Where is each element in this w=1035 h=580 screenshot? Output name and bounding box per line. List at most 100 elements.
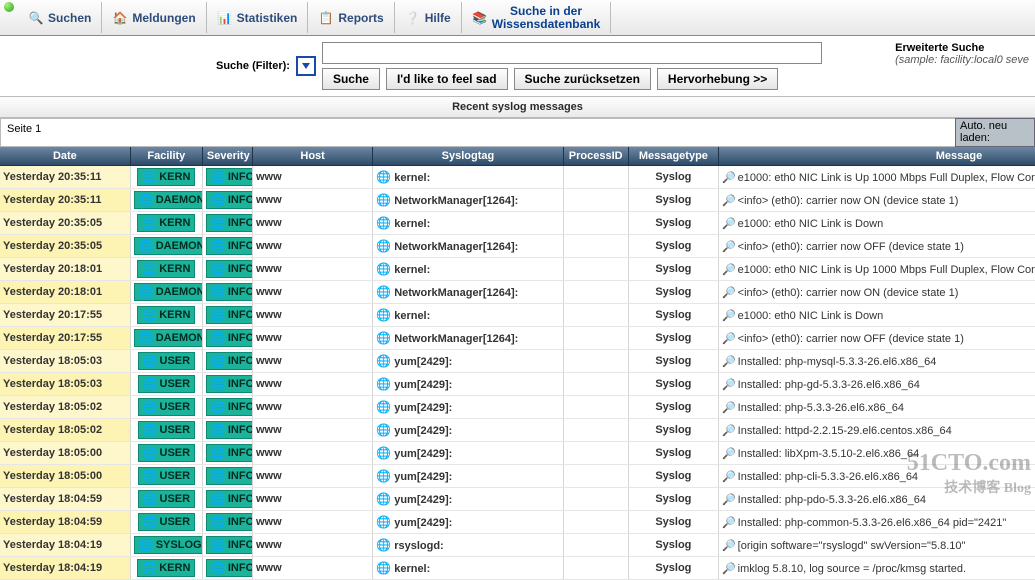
cell-messagetype: Syslog	[628, 304, 718, 327]
table-row[interactable]: Yesterday 18:04:19🌐KERN🌐INFOwww🌐kernel:S…	[0, 557, 1035, 580]
severity-badge[interactable]: 🌐INFO	[206, 421, 253, 439]
cell-messagetype: Syslog	[628, 488, 718, 511]
cell-facility: 🌐DAEMON	[130, 189, 202, 212]
cell-processid	[563, 511, 628, 534]
cell-date: Yesterday 20:35:11	[0, 189, 130, 212]
search-input[interactable]	[322, 42, 822, 64]
facility-badge[interactable]: 🌐USER	[138, 467, 196, 485]
table-row[interactable]: Yesterday 18:05:00🌐USER🌐INFOwww🌐yum[2429…	[0, 465, 1035, 488]
table-row[interactable]: Yesterday 20:35:05🌐KERN🌐INFOwww🌐kernel:S…	[0, 212, 1035, 235]
severity-badge[interactable]: 🌐INFO	[206, 536, 253, 554]
facility-badge[interactable]: 🌐DAEMON	[134, 237, 203, 255]
facility-badge[interactable]: 🌐USER	[138, 421, 196, 439]
table-row[interactable]: Yesterday 18:05:02🌐USER🌐INFOwww🌐yum[2429…	[0, 396, 1035, 419]
severity-badge[interactable]: 🌐INFO	[206, 375, 253, 393]
severity-badge[interactable]: 🌐INFO	[206, 283, 253, 301]
severity-badge[interactable]: 🌐INFO	[206, 398, 253, 416]
cell-date: Yesterday 18:05:02	[0, 396, 130, 419]
severity-badge[interactable]: 🌐INFO	[206, 237, 253, 255]
facility-badge[interactable]: 🌐KERN	[137, 214, 195, 232]
facility-badge[interactable]: 🌐KERN	[137, 559, 195, 577]
col-header-severity[interactable]: Severity	[202, 147, 252, 166]
globe-icon: 🌐	[211, 538, 226, 552]
table-row[interactable]: Yesterday 20:35:11🌐KERN🌐INFOwww🌐kernel:S…	[0, 166, 1035, 189]
severity-badge[interactable]: 🌐INFO	[206, 329, 253, 347]
auto-reload-box[interactable]: Auto. neu laden:	[955, 118, 1035, 147]
severity-badge[interactable]: 🌐INFO	[206, 168, 253, 186]
table-row[interactable]: Yesterday 18:05:02🌐USER🌐INFOwww🌐yum[2429…	[0, 419, 1035, 442]
filter-dropdown-button[interactable]	[296, 56, 316, 76]
cell-syslogtag: 🌐NetworkManager[1264]:	[373, 281, 563, 304]
menu-meldungen[interactable]: 🏠Meldungen	[102, 2, 206, 33]
globe-icon: 🌐	[211, 400, 226, 414]
table-row[interactable]: Yesterday 18:05:00🌐USER🌐INFOwww🌐yum[2429…	[0, 442, 1035, 465]
col-header-message[interactable]: Message	[718, 147, 1035, 166]
menu-suchen[interactable]: 🔍Suchen	[18, 2, 102, 33]
table-row[interactable]: Yesterday 18:05:03🌐USER🌐INFOwww🌐yum[2429…	[0, 373, 1035, 396]
facility-badge[interactable]: 🌐USER	[138, 375, 196, 393]
cell-syslogtag: 🌐kernel:	[373, 166, 563, 189]
table-row[interactable]: Yesterday 18:04:19🌐SYSLOG🌐INFOwww🌐rsyslo…	[0, 534, 1035, 557]
page-icon: 🔎	[722, 195, 736, 207]
severity-badge[interactable]: 🌐INFO	[206, 559, 253, 577]
cell-date: Yesterday 20:18:01	[0, 281, 130, 304]
reset-search-button[interactable]: Suche zurücksetzen	[514, 68, 651, 90]
menu-knowledgebase[interactable]: 📚 Suche in derWissensdatenbank	[462, 2, 612, 33]
col-header-processid[interactable]: ProcessID	[563, 147, 628, 166]
facility-badge[interactable]: 🌐USER	[138, 490, 196, 508]
severity-badge[interactable]: 🌐INFO	[206, 513, 253, 531]
table-row[interactable]: Yesterday 20:17:55🌐DAEMON🌐INFOwww🌐Networ…	[0, 327, 1035, 350]
facility-badge[interactable]: 🌐USER	[138, 513, 196, 531]
cell-date: Yesterday 20:17:55	[0, 327, 130, 350]
facility-badge[interactable]: 🌐USER	[138, 444, 196, 462]
facility-badge[interactable]: 🌐SYSLOG	[134, 536, 203, 554]
page-icon: 🔎	[722, 356, 736, 368]
search-button[interactable]: Suche	[322, 68, 380, 90]
table-row[interactable]: Yesterday 20:35:11🌐DAEMON🌐INFOwww🌐Networ…	[0, 189, 1035, 212]
table-row[interactable]: Yesterday 18:04:59🌐USER🌐INFOwww🌐yum[2429…	[0, 488, 1035, 511]
facility-badge[interactable]: 🌐USER	[138, 398, 196, 416]
col-header-messagetype[interactable]: Messagetype	[628, 147, 718, 166]
severity-badge[interactable]: 🌐INFO	[206, 444, 253, 462]
severity-badge[interactable]: 🌐INFO	[206, 214, 253, 232]
severity-badge[interactable]: 🌐INFO	[206, 352, 253, 370]
cell-date: Yesterday 18:05:02	[0, 419, 130, 442]
table-row[interactable]: Yesterday 20:17:55🌐KERN🌐INFOwww🌐kernel:S…	[0, 304, 1035, 327]
menu-hilfe[interactable]: ❔Hilfe	[395, 2, 462, 33]
facility-badge[interactable]: 🌐USER	[138, 352, 196, 370]
severity-badge[interactable]: 🌐INFO	[206, 467, 253, 485]
table-row[interactable]: Yesterday 20:18:01🌐KERN🌐INFOwww🌐kernel:S…	[0, 258, 1035, 281]
table-row[interactable]: Yesterday 20:35:05🌐DAEMON🌐INFOwww🌐Networ…	[0, 235, 1035, 258]
menu-statistiken[interactable]: 📊Statistiken	[207, 2, 309, 33]
menu-reports[interactable]: 📋Reports	[308, 2, 394, 33]
col-header-syslogtag[interactable]: Syslogtag	[373, 147, 563, 166]
table-row[interactable]: Yesterday 20:18:01🌐DAEMON🌐INFOwww🌐Networ…	[0, 281, 1035, 304]
col-header-date[interactable]: Date	[0, 147, 130, 166]
facility-badge[interactable]: 🌐KERN	[137, 306, 195, 324]
severity-badge[interactable]: 🌐INFO	[206, 260, 253, 278]
cell-message: 🔎Installed: libXpm-3.5.10-2.el6.x86_64	[718, 442, 1035, 465]
highlight-button[interactable]: Hervorhebung >>	[657, 68, 778, 90]
cell-syslogtag: 🌐kernel:	[373, 304, 563, 327]
statistiken-icon: 📊	[217, 10, 233, 26]
table-row[interactable]: Yesterday 18:04:59🌐USER🌐INFOwww🌐yum[2429…	[0, 511, 1035, 534]
menu-kb-label: Suche in derWissensdatenbank	[492, 5, 601, 30]
feel-sad-button[interactable]: I'd like to feel sad	[386, 68, 508, 90]
advanced-search-link[interactable]: Erweiterte Suche	[895, 42, 1029, 54]
severity-badge[interactable]: 🌐INFO	[206, 306, 253, 324]
col-header-facility[interactable]: Facility	[130, 147, 202, 166]
facility-badge[interactable]: 🌐DAEMON	[134, 329, 203, 347]
facility-badge[interactable]: 🌐KERN	[137, 260, 195, 278]
facility-badge[interactable]: 🌐KERN	[137, 168, 195, 186]
severity-badge[interactable]: 🌐INFO	[206, 191, 253, 209]
facility-badge[interactable]: 🌐DAEMON	[134, 283, 203, 301]
globe-icon: 🌐	[376, 331, 391, 345]
cell-syslogtag: 🌐kernel:	[373, 557, 563, 580]
col-header-host[interactable]: Host	[253, 147, 373, 166]
facility-badge[interactable]: 🌐DAEMON	[134, 191, 203, 209]
cell-host: www	[253, 350, 373, 373]
cell-facility: 🌐DAEMON	[130, 281, 202, 304]
cell-date: Yesterday 18:05:03	[0, 373, 130, 396]
table-row[interactable]: Yesterday 18:05:03🌐USER🌐INFOwww🌐yum[2429…	[0, 350, 1035, 373]
severity-badge[interactable]: 🌐INFO	[206, 490, 253, 508]
